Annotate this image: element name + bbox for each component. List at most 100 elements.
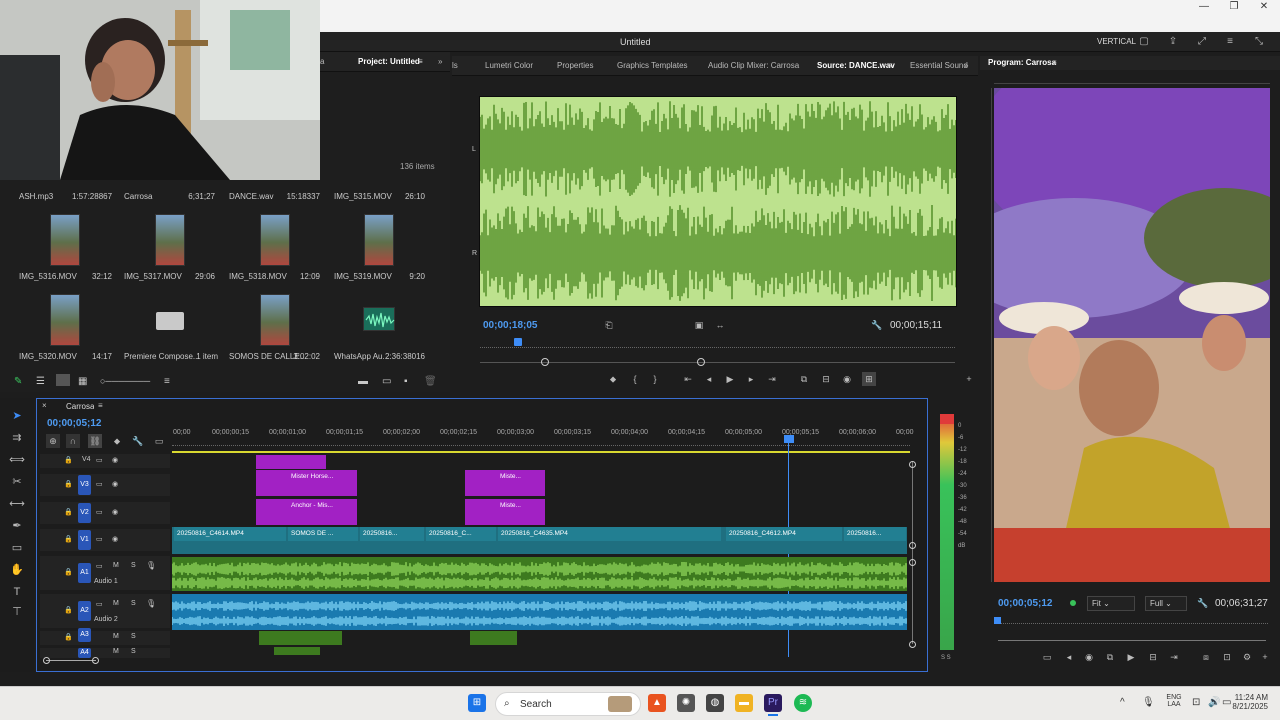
mute-button[interactable]: M (113, 600, 119, 607)
timeline-ruler[interactable] (172, 438, 910, 446)
track-label[interactable]: A3 (78, 628, 91, 642)
timeline-clip[interactable]: 20250816_C4612.MP4 (726, 527, 842, 541)
lock-icon[interactable]: 🔒 (64, 456, 73, 464)
panel-menu-icon[interactable]: ≡ (418, 57, 423, 66)
scroll-handle[interactable] (43, 657, 50, 664)
timeline-playhead-handle[interactable] (784, 435, 794, 443)
mute-button[interactable]: M (113, 633, 119, 640)
clock[interactable]: 11:24 AM 8/21/2025 (1232, 693, 1268, 711)
marker-icon[interactable]: ⬥ (606, 372, 620, 386)
clip-name[interactable]: DANCE.wav (229, 192, 273, 201)
work-area-bar[interactable] (172, 451, 910, 453)
sequence-tab[interactable]: Carrosa (66, 402, 94, 411)
solo-button[interactable]: S (131, 600, 136, 607)
insert-icon[interactable]: ⎗ (602, 318, 616, 332)
snap-icon[interactable]: ∩ (66, 434, 80, 448)
nest-icon[interactable]: ⊕ (46, 434, 60, 448)
clip-name[interactable]: IMG_5315.MOV (334, 192, 392, 201)
overwrite-icon[interactable]: ⊟ (819, 372, 833, 386)
clip-name[interactable]: Carrosa (124, 192, 152, 201)
clip-name[interactable]: IMG_5318.MOV (229, 272, 287, 281)
scroll-handle[interactable] (909, 542, 916, 549)
pen-tool-icon[interactable]: ✒ (9, 518, 25, 534)
microphone-icon[interactable]: 🎙 (146, 599, 156, 608)
lock-icon[interactable]: 🔒 (64, 480, 73, 488)
premiere-pro-icon[interactable]: Pr (764, 694, 782, 712)
program-playhead[interactable] (994, 617, 1001, 624)
eye-icon[interactable]: ◉ (112, 508, 118, 516)
chevron-up-icon[interactable]: ^ (1120, 697, 1125, 708)
clip-name[interactable]: WhatsApp Au... (334, 352, 389, 361)
zoom-slider[interactable]: ○─────── (100, 376, 150, 386)
razor-tool-icon[interactable]: ✂ (9, 474, 25, 490)
timeline-timecode[interactable]: 00;00;05;12 (47, 418, 101, 429)
eye-icon[interactable]: ◉ (112, 535, 118, 543)
tab-audio-clip-mixer[interactable]: Audio Clip Mixer: Carrosa (708, 61, 799, 70)
solo-button[interactable]: S (131, 648, 136, 655)
sync-icon[interactable]: ▭ (96, 508, 103, 516)
scroll-handle[interactable] (92, 657, 99, 664)
microphone-icon[interactable]: 🎙 (1142, 697, 1155, 708)
tab-project[interactable]: Project: Untitled (358, 57, 420, 66)
clip-thumbnail[interactable] (155, 214, 185, 266)
mute-button[interactable]: M (113, 648, 119, 655)
source-timecode-current[interactable]: 00;00;18;05 (483, 320, 537, 331)
sync-icon[interactable]: ▭ (96, 600, 103, 608)
tab-graphics-templates[interactable]: Graphics Templates (617, 61, 688, 70)
new-item-icon[interactable]: ▭ (382, 376, 391, 387)
timeline-clip[interactable]: Mister Horse... (256, 470, 357, 484)
mute-button[interactable]: M (113, 562, 119, 569)
close-icon[interactable]: ✕ (1248, 0, 1280, 14)
go-to-out-icon[interactable]: ⇥ (1167, 650, 1181, 664)
zoom-handle-right[interactable] (697, 358, 705, 366)
safe-margins-icon[interactable]: ▭ (1040, 650, 1054, 664)
button-editor-icon[interactable]: ⊞ (862, 372, 876, 386)
track-label[interactable]: A4 (78, 648, 91, 658)
tab-source[interactable]: Source: DANCE.wav (817, 61, 895, 70)
wrench-icon[interactable]: 🔧 (1196, 596, 1210, 610)
clip-name[interactable]: IMG_5317.MOV (124, 272, 182, 281)
clip-thumbnail[interactable] (50, 214, 80, 266)
fit-dropdown[interactable]: Fit ⌄ (1087, 596, 1135, 611)
eye-icon[interactable]: ◉ (112, 480, 118, 488)
add-icon[interactable]: + (1258, 650, 1272, 664)
tab-essential-sound[interactable]: Essential Sound (910, 61, 968, 70)
add-icon[interactable]: + (962, 372, 976, 386)
chevron-right-icon[interactable]: » (964, 61, 968, 70)
sort-icon[interactable]: ≡ (164, 376, 170, 387)
wrench-icon[interactable]: 🔧 (131, 434, 145, 448)
ripple-edit-icon[interactable]: ⟺ (9, 452, 25, 468)
tab-lumetri-color[interactable]: Lumetri Color (485, 61, 533, 70)
workspace-label[interactable]: VERTICAL (1097, 37, 1136, 46)
brave-browser-icon[interactable]: ▲ (648, 694, 666, 712)
panel-menu-icon[interactable]: ≡ (888, 61, 893, 70)
sync-icon[interactable]: ▭ (96, 535, 103, 543)
tab-partial[interactable]: ls (452, 61, 458, 70)
play-icon[interactable]: ▶ (1124, 650, 1138, 664)
caption-tool-icon[interactable]: ⊤ (9, 604, 25, 620)
volume-icon[interactable]: 🔊 (1208, 697, 1220, 708)
timeline-clip[interactable]: Anchor - Mis... (256, 499, 357, 513)
menu-icon[interactable]: ≡ (1224, 36, 1236, 48)
lock-icon[interactable]: 🔒 (64, 568, 73, 576)
tab-properties[interactable]: Properties (557, 61, 593, 70)
microphone-icon[interactable]: 🎙 (146, 561, 156, 570)
audio-waveform-icon[interactable] (363, 307, 395, 331)
program-timecode-current[interactable]: 00;00;05;12 (998, 598, 1052, 609)
step-back-icon[interactable]: ◂ (1062, 650, 1076, 664)
timeline-clip[interactable]: 20250816_C4614.MP4 (174, 527, 286, 541)
lock-icon[interactable]: 🔒 (64, 535, 73, 543)
clip-name[interactable]: IMG_5316.MOV (19, 272, 77, 281)
hand-tool-icon[interactable]: ✋ (9, 562, 25, 578)
timeline-clip[interactable]: SOMOS DE ... (288, 527, 358, 541)
track-label[interactable]: A1 (78, 563, 91, 583)
solo-button[interactable]: S (131, 562, 136, 569)
timeline-clip[interactable]: Miste... (465, 499, 545, 513)
spotify-icon[interactable]: ≋ (794, 694, 812, 712)
panel-menu-icon[interactable]: ≡ (98, 401, 103, 410)
scroll-handle[interactable] (909, 461, 916, 468)
selection-tool-icon[interactable]: ➤ (9, 408, 25, 424)
trash-icon[interactable]: 🗑 (424, 376, 437, 387)
quick-export-icon[interactable]: ▢ (1138, 36, 1150, 48)
clip-name[interactable]: IMG_5320.MOV (19, 352, 77, 361)
